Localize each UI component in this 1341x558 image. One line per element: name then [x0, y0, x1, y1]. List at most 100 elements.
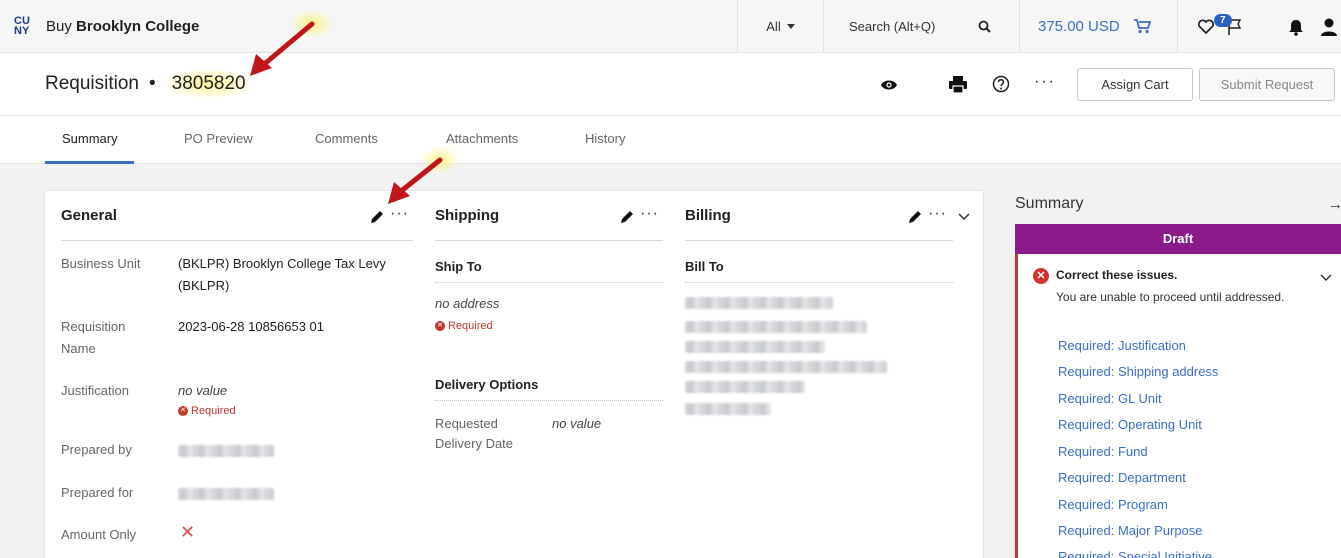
prepared-by-redacted — [178, 445, 274, 457]
issue-link-special-initiative[interactable]: Required: Special Initiative — [1058, 549, 1212, 558]
bell-icon[interactable] — [1288, 19, 1304, 36]
cart-button[interactable]: 375.00 USD — [1019, 0, 1177, 53]
cuny-logo[interactable]: CU NY — [14, 15, 36, 37]
issue-link-operating-unit[interactable]: Required: Operating Unit — [1058, 417, 1202, 432]
ship-to-title: Ship To — [435, 259, 482, 274]
prepared-for-label: Prepared for — [61, 485, 134, 500]
search-icon[interactable] — [978, 20, 991, 33]
prepared-by-label: Prepared by — [61, 442, 132, 457]
billing-more-icon[interactable]: ··· — [928, 205, 947, 223]
toolbar-icons: 7 — [1177, 0, 1341, 53]
general-edit-icon[interactable] — [371, 210, 384, 223]
delivery-options-title: Delivery Options — [435, 377, 539, 392]
ship-to-divider — [435, 282, 663, 283]
amount-only-label: Amount Only — [61, 527, 137, 542]
business-unit-value-line1: (BKLPR) Brooklyn College Tax Levy — [178, 256, 386, 271]
business-unit-label: Business Unit — [61, 256, 141, 271]
requisition-header: Requisition • 3805820 ··· Assign Cart Subm… — [0, 53, 1341, 116]
billing-title: Billing — [685, 207, 731, 224]
shipping-title: Shipping — [435, 207, 500, 224]
status-badge: Draft — [1015, 224, 1341, 254]
more-actions-icon[interactable]: ··· — [1034, 73, 1056, 91]
issues-title: Correct these issues. — [1056, 268, 1178, 282]
heart-icon[interactable] — [1198, 19, 1214, 34]
error-icon: ✕ — [1033, 268, 1049, 284]
tab-history[interactable]: History — [585, 131, 625, 146]
requisition-number: 3805820 — [165, 69, 252, 98]
cart-icon — [1133, 19, 1151, 34]
notification-badge: 7 — [1214, 14, 1232, 27]
general-title: General — [61, 207, 117, 224]
billing-divider — [685, 240, 953, 241]
requisition-name-value: 2023-06-28 10856653 01 — [178, 319, 325, 334]
summary-panel-title: Summary — [1015, 195, 1084, 212]
error-icon: ✕ — [178, 406, 188, 416]
bill-to-redacted-line4 — [685, 361, 887, 373]
error-icon: ✕ — [435, 321, 445, 331]
brand-prefix: Buy — [46, 17, 72, 35]
tab-comments[interactable]: Comments — [315, 131, 378, 146]
bill-to-redacted-line6 — [685, 403, 771, 415]
issue-link-major-purpose[interactable]: Required: Major Purpose — [1058, 523, 1203, 538]
tab-attachments[interactable]: Attachments — [446, 131, 518, 146]
assign-cart-button[interactable]: Assign Cart — [1077, 68, 1193, 101]
help-icon[interactable] — [992, 75, 1010, 93]
bill-to-redacted-line3 — [685, 341, 825, 353]
requested-delivery-value[interactable]: no value — [552, 413, 601, 435]
issue-link-fund[interactable]: Required: Fund — [1058, 444, 1148, 459]
prepared-for-redacted — [178, 488, 274, 500]
caret-down-icon — [786, 24, 795, 29]
requested-delivery-label-line1: Requested — [435, 416, 498, 431]
submit-request-button[interactable]: Submit Request — [1199, 68, 1335, 101]
tab-summary[interactable]: Summary — [62, 131, 118, 146]
requisition-details-card: General ··· Business Unit (BKLPR) Brookl… — [44, 190, 984, 558]
tab-po-preview[interactable]: PO Preview — [184, 131, 253, 146]
issue-link-department[interactable]: Required: Department — [1058, 470, 1186, 485]
search-scope-dropdown[interactable]: All — [737, 0, 823, 53]
search-scope-label: All — [766, 19, 781, 34]
brand-name: Brooklyn College — [76, 17, 200, 35]
search-placeholder: Search (Alt+Q) — [849, 19, 936, 34]
ship-to-required: ✕ Required — [435, 320, 493, 332]
billing-chevron-down-icon[interactable] — [958, 213, 970, 221]
eye-icon[interactable] — [880, 79, 898, 91]
requested-delivery-label-line2: Delivery Date — [435, 436, 514, 451]
title-separator: • — [149, 73, 156, 94]
logo-text: CU NY — [14, 15, 30, 37]
required-text: Required — [448, 320, 493, 332]
general-more-icon[interactable]: ··· — [390, 205, 409, 223]
top-bar: CU NY Buy Brooklyn College All Search (A… — [0, 0, 1341, 53]
issue-link-gl-unit[interactable]: Required: GL Unit — [1058, 391, 1162, 406]
tab-bar: Summary PO Preview Comments Attachments … — [0, 116, 1341, 164]
billing-edit-icon[interactable] — [909, 210, 922, 223]
requisition-label: Requisition — [45, 73, 139, 94]
required-text: Required — [191, 405, 236, 417]
user-icon[interactable] — [1320, 18, 1338, 36]
collapse-arrow-icon[interactable]: → — [1328, 196, 1341, 213]
bill-to-redacted-line2 — [685, 321, 867, 333]
requisition-name-label-line2: Name — [61, 341, 96, 356]
chevron-down-icon[interactable] — [1320, 274, 1332, 282]
search-input[interactable]: Search (Alt+Q) — [823, 0, 1019, 53]
print-icon[interactable] — [949, 76, 967, 93]
bill-to-redacted-line5 — [685, 381, 805, 393]
ship-to-value[interactable]: no address — [435, 293, 499, 315]
general-divider — [61, 240, 413, 241]
page-title: Requisition • 3805820 — [45, 69, 252, 98]
issue-link-justification[interactable]: Required: Justification — [1058, 338, 1186, 353]
requisition-name-label-line1: Requisition — [61, 319, 126, 334]
business-unit-value-line2: (BKLPR) — [178, 278, 230, 293]
issue-link-shipping-address[interactable]: Required: Shipping address — [1058, 364, 1218, 379]
issue-link-program[interactable]: Required: Program — [1058, 497, 1168, 512]
justification-label: Justification — [61, 383, 129, 398]
shipping-more-icon[interactable]: ··· — [640, 205, 659, 223]
amount-only-x-icon[interactable]: ✕ — [180, 522, 195, 543]
delivery-options-divider — [435, 400, 663, 401]
main-content: General ··· Business Unit (BKLPR) Brookl… — [0, 164, 1341, 558]
justification-value[interactable]: no value — [178, 380, 227, 402]
cart-total: 375.00 USD — [1038, 18, 1120, 35]
shipping-divider — [435, 240, 663, 241]
bill-to-title: Bill To — [685, 259, 724, 274]
brand[interactable]: Buy Brooklyn College — [46, 18, 199, 35]
shipping-edit-icon[interactable] — [621, 210, 634, 223]
